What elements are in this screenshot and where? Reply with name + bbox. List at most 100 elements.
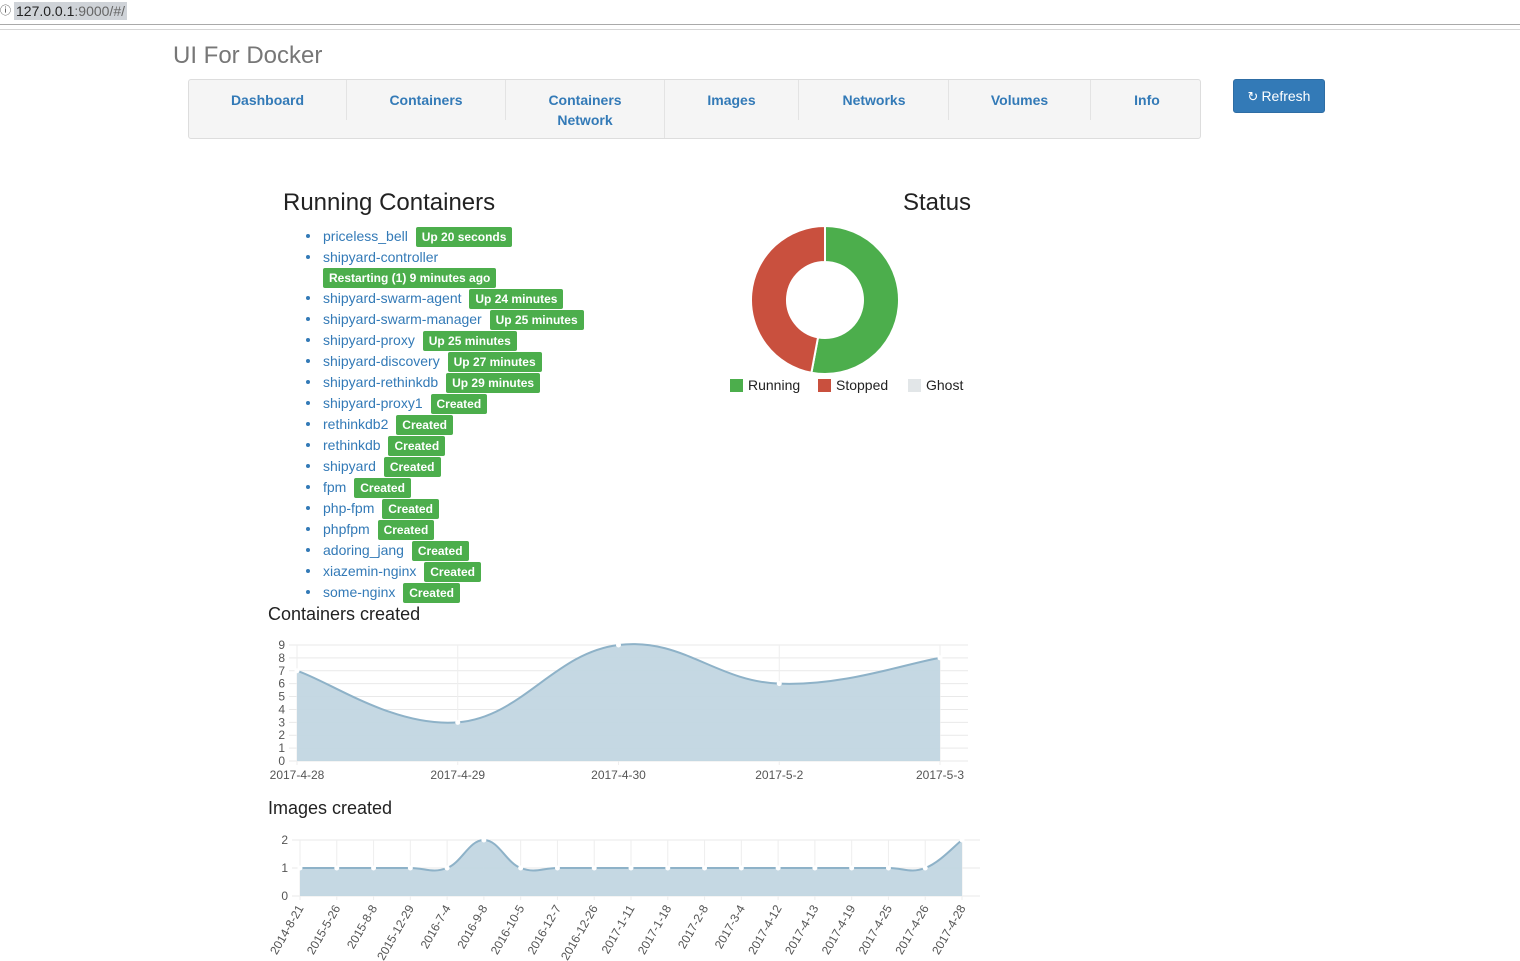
x-tick-label: 2017-4-25 [856,902,896,957]
data-point [812,865,818,871]
x-tick-label: 2014-8-21 [267,902,307,957]
containers-created-chart: 0123456789 2017-4-28 2017-4-29 2017-4-30 201… [270,638,968,782]
data-point [665,865,671,871]
divider [0,29,1520,30]
bullet [306,338,310,342]
bullet [306,296,310,300]
y-tick-label: 2 [278,728,285,742]
container-link[interactable]: xiazemin-nginx [323,563,416,579]
nav-info[interactable]: Info [1091,80,1203,138]
url-field[interactable]: 127.0.0.1:9000/#/ [14,2,127,20]
list-item: some-nginx Created [306,582,606,603]
nav-containers-network[interactable]: Containers Network [506,80,665,138]
refresh-icon: ↻ [1247,90,1259,105]
container-link[interactable]: shipyard-controller [323,249,438,265]
legend-swatch-running [730,379,743,392]
container-link[interactable]: rethinkdb [323,437,381,453]
y-tick-label: 1 [278,741,285,755]
legend-ghost: Ghost [908,377,963,393]
container-link[interactable]: phpfpm [323,521,370,537]
x-tick-label: 2017-4-30 [591,768,646,782]
container-link[interactable]: shipyard-proxy1 [323,395,423,411]
url-path: :9000/#/ [74,3,125,19]
donut-slice-stopped [750,224,826,374]
x-tick-label: 2017-4-29 [430,768,485,782]
list-item: shipyard-rethinkdb Up 29 minutes [306,372,606,393]
x-tick-label: 2017-3-4 [712,902,748,951]
list-item: php-fpm Created [306,498,606,519]
x-tick-label: 2017-1-11 [599,902,638,956]
bullet [306,590,310,594]
data-point [455,719,461,725]
container-link[interactable]: shipyard-swarm-agent [323,290,462,306]
images-created-chart: 0122014-8-212015-5-26 2015-8-82015-12-29 2… [267,833,980,961]
container-link[interactable]: shipyard-swarm-manager [323,311,482,327]
x-tick-label: 2016-10-5 [488,902,528,957]
nav-label: Images [707,92,756,108]
status-badge: Created [354,478,411,498]
refresh-button[interactable]: ↻ Refresh [1233,79,1325,113]
legend-running: Running [730,377,800,393]
x-tick-label: 2015-8-8 [344,902,380,951]
bullet [306,569,310,573]
x-tick-label: 2017-4-12 [745,902,785,957]
x-tick-label: 2016-7-4 [418,902,454,951]
bullet [306,422,310,426]
status-badge: Created [388,436,446,456]
info-icon[interactable]: ⓘ [0,4,11,17]
list-item: rethinkdb Created [306,435,606,456]
legend-stopped: Stopped [818,377,888,393]
status-badge: Created [382,499,439,519]
container-link[interactable]: shipyard [323,458,376,474]
data-point [849,865,855,871]
data-point [371,865,377,871]
x-tick-label: 2017-4-13 [782,902,822,957]
bullet [306,548,310,552]
running-containers-title: Running Containers [283,189,496,216]
container-link[interactable]: rethinkdb2 [323,416,388,432]
status-badge: Created [377,520,435,540]
list-item: shipyard-discovery Up 27 minutes [306,351,606,372]
browser-url-bar[interactable]: ⓘ 127.0.0.1:9000/#/ [0,0,1520,24]
nav-networks[interactable]: Networks [799,80,949,138]
data-point [959,837,965,843]
data-point [297,865,303,871]
container-link[interactable]: shipyard-proxy [323,332,415,348]
bullet [306,506,310,510]
status-badge: Created [383,457,441,477]
data-point [738,865,744,871]
nav-containers[interactable]: Containers [347,80,505,138]
y-tick-label: 3 [278,715,285,729]
y-tick-label: 0 [278,754,285,768]
status-badge: Restarting (1) 9 minutes ago [323,268,497,288]
nav-volumes[interactable]: Volumes [949,80,1090,138]
container-link[interactable]: php-fpm [323,500,374,516]
nav-label: Info [1134,92,1160,108]
bullet [306,443,310,447]
y-tick-label: 7 [278,664,285,678]
container-link[interactable]: shipyard-rethinkdb [323,374,438,390]
container-link[interactable]: fpm [323,479,346,495]
bullet [306,380,310,384]
container-link[interactable]: adoring_jang [323,542,404,558]
list-item: shipyard-swarm-manager Up 25 minutes [306,309,606,330]
y-tick-label: 5 [278,690,285,704]
y-tick-label: 6 [278,677,285,691]
x-tick-label: 2017-4-28 [929,902,969,957]
nav-dashboard[interactable]: Dashboard [189,80,346,138]
status-badge: Up 25 minutes [489,310,584,330]
nav-label: Networks [842,92,906,108]
container-link[interactable]: priceless_bell [323,228,408,244]
x-tick-label: 2016-12-7 [525,902,565,957]
data-point [628,865,634,871]
container-link[interactable]: some-nginx [323,584,395,600]
divider [0,24,1520,25]
x-tick-label: 2017-5-3 [916,768,964,782]
data-point [444,865,450,871]
nav-label: Volumes [990,92,1049,108]
area-fill [297,644,940,761]
data-point [407,865,413,871]
list-item: fpm Created [306,477,606,498]
container-link[interactable]: shipyard-discovery [323,353,440,369]
nav-images[interactable]: Images [665,80,798,138]
